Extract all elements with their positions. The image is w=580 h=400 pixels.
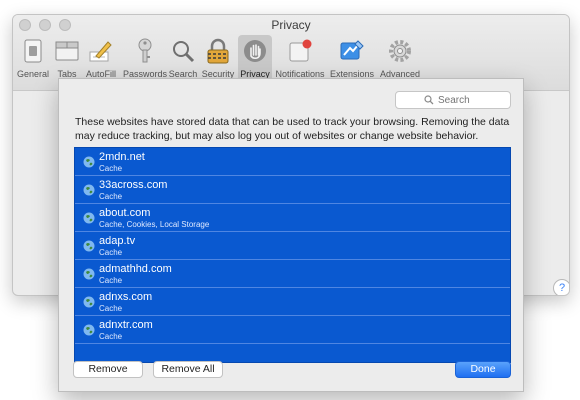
site-name: about.com (99, 207, 151, 219)
switch-icon (19, 37, 47, 65)
globe-icon (83, 296, 95, 308)
search-field[interactable] (395, 91, 511, 109)
notifications-icon (286, 37, 314, 65)
globe-icon (83, 156, 95, 168)
globe-icon (83, 184, 95, 196)
list-item[interactable]: admathhd.com Cache (75, 260, 510, 288)
window-title: Privacy (271, 18, 311, 32)
site-data-types: Cache (99, 304, 123, 313)
list-item[interactable]: about.com Cache, Cookies, Local Storage (75, 204, 510, 232)
list-item[interactable]: adap.tv Cache (75, 232, 510, 260)
site-data-types: Cache, Cookies, Local Storage (99, 220, 210, 229)
site-data-types: Cache (99, 192, 123, 201)
magnifier-icon (169, 37, 197, 65)
globe-icon (83, 240, 95, 252)
lock-icon (204, 37, 232, 65)
site-name: 2mdn.net (99, 151, 145, 163)
key-icon (131, 37, 159, 65)
website-list[interactable]: 2mdn.net Cache 33across.com Cache about.… (74, 147, 511, 363)
hand-icon (241, 37, 269, 65)
pencil-icon (87, 37, 115, 65)
site-name: adnxtr.com (99, 319, 153, 331)
list-item[interactable]: adnxs.com Cache (75, 288, 510, 316)
remove-button[interactable]: Remove (73, 361, 143, 378)
list-item[interactable]: 2mdn.net Cache (75, 148, 510, 176)
sheet-description: These websites have stored data that can… (75, 116, 510, 142)
done-button[interactable]: Done (455, 361, 511, 378)
site-name: adnxs.com (99, 291, 153, 303)
help-button[interactable]: ? (553, 279, 569, 295)
website-data-sheet: These websites have stored data that can… (58, 78, 524, 392)
gear-icon (386, 37, 414, 65)
site-data-types: Cache (99, 164, 123, 173)
search-input[interactable] (438, 94, 482, 106)
remove-all-button[interactable]: Remove All (153, 361, 223, 378)
tabs-icon (53, 37, 81, 65)
site-data-types: Cache (99, 276, 123, 285)
tab-general[interactable]: General (15, 35, 51, 89)
search-icon (424, 95, 434, 105)
list-item[interactable]: adnxtr.com Cache (75, 316, 510, 344)
globe-icon (83, 212, 95, 224)
site-name: adap.tv (99, 235, 136, 247)
list-item[interactable]: 33across.com Cache (75, 176, 510, 204)
globe-icon (83, 324, 95, 336)
site-data-types: Cache (99, 332, 123, 341)
site-name: admathhd.com (99, 263, 172, 275)
globe-icon (83, 268, 95, 280)
site-data-types: Cache (99, 248, 123, 257)
site-name: 33across.com (99, 179, 168, 191)
puzzle-icon (338, 37, 366, 65)
